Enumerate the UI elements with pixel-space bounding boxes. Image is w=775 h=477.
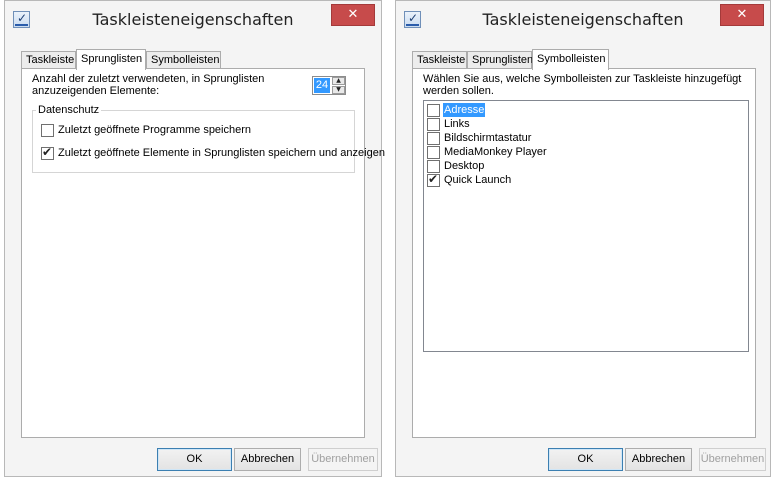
- privacy-group: [32, 110, 355, 173]
- recent-items-label-line1: Anzahl der zuletzt verwendeten, in Sprun…: [32, 73, 265, 85]
- tab-sprunglisten[interactable]: Sprunglisten: [467, 51, 533, 69]
- apply-button[interactable]: Übernehmen: [699, 448, 766, 471]
- window-title: Taskleisteneigenschaften: [92, 10, 294, 29]
- toolbar-checkbox[interactable]: [427, 132, 440, 145]
- toolbar-label[interactable]: Links: [443, 117, 471, 131]
- tab-sprunglisten[interactable]: Sprunglisten: [76, 49, 146, 70]
- toolbar-checkbox[interactable]: [427, 118, 440, 131]
- tab-panel: Anzahl der zuletzt verwendeten, in Sprun…: [21, 68, 385, 438]
- toolbar-label[interactable]: Adresse: [443, 103, 486, 117]
- dialog-toolbars: Taskleisteneigenschaften ✕ Taskleiste Sp…: [395, 0, 771, 477]
- ok-button[interactable]: OK: [157, 448, 232, 471]
- save-recent-programs-checkbox[interactable]: [41, 124, 54, 137]
- cancel-button[interactable]: Abbrechen: [625, 448, 692, 471]
- tab-taskleiste[interactable]: Taskleiste: [21, 51, 76, 69]
- toolbar-checkbox[interactable]: [427, 104, 440, 117]
- title-bar[interactable]: Taskleisteneigenschaften ✕: [396, 1, 770, 41]
- window-title: Taskleisteneigenschaften: [482, 10, 684, 29]
- tab-symbolleisten[interactable]: Symbolleisten: [146, 51, 221, 69]
- spin-down-icon[interactable]: ▼: [332, 86, 345, 94]
- toolbar-label[interactable]: Quick Launch: [443, 173, 512, 187]
- close-button[interactable]: ✕: [720, 4, 764, 26]
- toolbars-description-line1: Wählen Sie aus, welche Symbolleisten zur…: [423, 73, 742, 85]
- privacy-group-label: Datenschutz: [36, 104, 102, 116]
- tab-symbolleisten[interactable]: Symbolleisten: [532, 49, 609, 70]
- toolbar-label[interactable]: Bildschirmtastatur: [443, 131, 532, 145]
- save-recent-items-label[interactable]: Zuletzt geöffnete Elemente in Sprunglist…: [58, 147, 385, 159]
- recent-items-label-line2: anzuzeigenden Elemente:: [32, 85, 160, 97]
- save-recent-programs-label[interactable]: Zuletzt geöffnete Programme speichern: [58, 124, 251, 136]
- recent-items-spinner[interactable]: 24 ▲ ▼: [312, 76, 346, 95]
- toolbars-list[interactable]: Adresse Links Bildschirmtastatur MediaMo…: [423, 100, 749, 352]
- tab-taskleiste[interactable]: Taskleiste: [412, 51, 467, 69]
- tab-panel: Wählen Sie aus, welche Symbolleisten zur…: [412, 68, 756, 438]
- toolbar-checkbox[interactable]: [427, 146, 440, 159]
- apply-button[interactable]: Übernehmen: [308, 448, 378, 471]
- dialog-jumplists: Taskleisteneigenschaften ✕ Taskleiste Sp…: [4, 0, 385, 477]
- toolbars-description-line2: werden sollen.: [423, 85, 494, 97]
- close-button[interactable]: ✕: [331, 4, 375, 26]
- save-recent-items-checkbox[interactable]: [41, 145, 54, 160]
- title-bar[interactable]: Taskleisteneigenschaften ✕: [5, 1, 381, 41]
- spin-up-icon[interactable]: ▲: [332, 77, 345, 85]
- recent-items-value[interactable]: 24: [314, 78, 330, 93]
- toolbar-checkbox[interactable]: [427, 172, 440, 187]
- ok-button[interactable]: OK: [548, 448, 623, 471]
- toolbar-label[interactable]: Desktop: [443, 159, 485, 173]
- cancel-button[interactable]: Abbrechen: [234, 448, 301, 471]
- toolbar-label[interactable]: MediaMonkey Player: [443, 145, 548, 159]
